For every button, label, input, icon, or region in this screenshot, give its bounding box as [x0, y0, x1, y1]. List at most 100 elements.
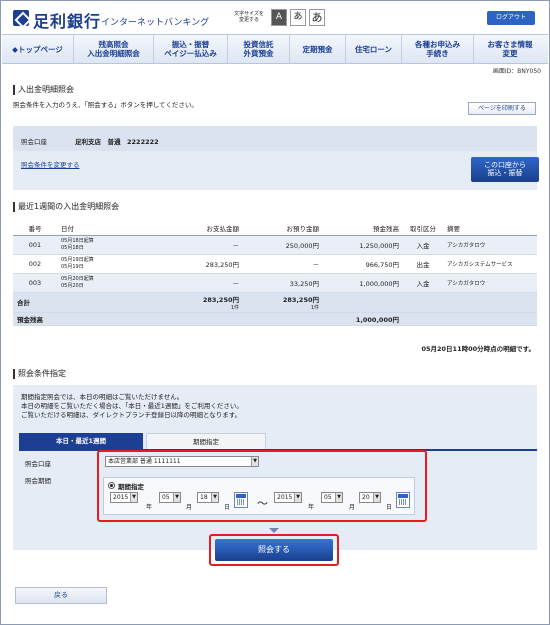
- account-value: 足利支店 普通 2222222: [75, 138, 159, 146]
- recent-section-title: 最近1週間の入出金明細照会: [13, 202, 119, 212]
- row-date-end: 05月20日: [61, 282, 84, 289]
- page-title: 入出金明細照会: [13, 85, 74, 95]
- row-payment: －: [147, 273, 243, 293]
- nav-housing-loan[interactable]: 住宅ローン: [346, 35, 402, 63]
- nav-investment[interactable]: 投資信託 外貨預金: [228, 35, 290, 63]
- row-date-end: 05月19日: [61, 263, 84, 270]
- back-button[interactable]: 戻る: [15, 587, 107, 604]
- period-note: 期間指定照会では、本日の明細はご覧いただけません。 本日の明細をご覧いただく場合…: [21, 393, 243, 419]
- nav-time-deposit[interactable]: 定期預金: [290, 35, 346, 63]
- nav-customer-info[interactable]: お客さま情報 変更: [474, 35, 546, 63]
- row-memo: アシカガタロウ: [443, 235, 537, 255]
- row-date-start: 05月18日起算: [61, 237, 94, 244]
- total-label: 合計: [13, 292, 57, 313]
- font-size-medium-button[interactable]: あ: [290, 9, 306, 26]
- inquiry-account-label: 照会口座: [25, 460, 51, 468]
- total-deposit: 283,250円 1件: [243, 292, 323, 313]
- as-of-text: 05月20日11時00分時点の明細です。: [421, 345, 535, 353]
- conditions-section-title: 照会条件指定: [13, 369, 66, 379]
- col-date: 日付: [57, 221, 147, 236]
- row-date: 05月18日起算 05月18日: [57, 235, 147, 255]
- account-info-box: 照会口座 足利支店 普通 2222222 照会条件を変更する この口座から 振込…: [13, 126, 539, 190]
- screen-id: 画面ID：BNY050: [492, 68, 541, 75]
- row-deposit: 250,000円: [243, 235, 323, 255]
- page-frame: 足利銀行 インターネットバンキング 文字サイズを変更する A あ あ ログアウト…: [0, 0, 550, 625]
- table-row: 003 05月20日起算 05月20日 － 33,250円 1,000,000円 …: [13, 273, 537, 293]
- table-header-row: 番号 日付 お支払金額 お預り金額 預金残高 取引区分 摘要: [13, 221, 537, 236]
- row-type: 入金: [403, 273, 443, 293]
- row-balance: 1,000,000円: [323, 273, 403, 293]
- col-balance: 預金残高: [323, 221, 403, 236]
- total-payment-count: 1件: [230, 304, 239, 311]
- total-empty: [323, 292, 403, 313]
- total-row: 合計 283,250円 1件 283,250円 1件: [13, 292, 537, 313]
- transfer-button-label: この口座から 振込・振替: [484, 161, 526, 177]
- col-deposit: お預り金額: [243, 221, 323, 236]
- nav-top-label: トップページ: [17, 44, 63, 54]
- highlight-form-outline: [97, 450, 427, 522]
- row-date: 05月20日起算 05月20日: [57, 273, 147, 293]
- account-label: 照会口座: [21, 138, 47, 146]
- col-memo: 摘要: [443, 221, 537, 236]
- balance-label: 預金残高: [13, 312, 147, 326]
- row-deposit: 33,250円: [243, 273, 323, 293]
- tab-period[interactable]: 期間指定: [146, 433, 266, 449]
- row-date: 05月19日起算 05月19日: [57, 254, 147, 274]
- row-payment: －: [147, 235, 243, 255]
- submit-button[interactable]: 照会する: [215, 539, 333, 561]
- col-type: 取引区分: [403, 221, 443, 236]
- balance-empty: [147, 312, 243, 326]
- tab-recent[interactable]: 本日・最近1週間: [19, 433, 143, 449]
- row-no: 001: [13, 235, 57, 255]
- account-row: 照会口座 足利支店 普通 2222222: [13, 126, 537, 151]
- total-payment-value: 283,250円: [202, 295, 239, 304]
- global-nav: ◆ トップページ 残高照会 入出金明細照会 振込・振替 ペイジー払込み 投資信託 …: [2, 34, 548, 64]
- row-date-start: 05月19日起算: [61, 256, 94, 263]
- row-date-end: 05月18日: [61, 244, 84, 251]
- table-row: 002 05月19日起算 05月19日 283,250円 － 966,750円 出…: [13, 254, 537, 274]
- row-payment: 283,250円: [147, 254, 243, 274]
- bank-logo-icon: [13, 10, 29, 26]
- transactions-table: 番号 日付 お支払金額 お預り金額 預金残高 取引区分 摘要 001 05月18…: [13, 221, 537, 326]
- balance-row: 預金残高 1,000,000円: [13, 312, 537, 326]
- arrow-down-icon: [269, 528, 279, 533]
- nav-applications[interactable]: 各種お申込み 手続き: [402, 35, 474, 63]
- nav-transfer[interactable]: 振込・振替 ペイジー払込み: [154, 35, 228, 63]
- total-payment: 283,250円 1件: [147, 292, 243, 313]
- header: 足利銀行 インターネットバンキング 文字サイズを変更する A あ あ ログアウト: [1, 1, 549, 34]
- font-size-small-button[interactable]: A: [271, 9, 287, 26]
- col-payment: お支払金額: [147, 221, 243, 236]
- balance-value: 1,000,000円: [323, 312, 403, 326]
- row-date-start: 05月20日起算: [61, 275, 94, 282]
- row-type: 出金: [403, 254, 443, 274]
- inquiry-period-label: 照会期間: [25, 477, 51, 485]
- total-deposit-value: 283,250円: [282, 295, 319, 304]
- instruction-text: 照会条件を入力のうえ、「照会する」ボタンを押してください。: [13, 101, 198, 109]
- balance-empty: [403, 312, 443, 326]
- row-no: 002: [13, 254, 57, 274]
- nav-balance[interactable]: 残高照会 入出金明細照会: [74, 35, 154, 63]
- print-button[interactable]: ページを印刷する: [468, 102, 536, 115]
- total-empty: [403, 292, 443, 313]
- balance-empty: [243, 312, 323, 326]
- row-memo: アシカガタロウ: [443, 273, 537, 293]
- service-name: インターネットバンキング: [101, 18, 210, 28]
- bank-name: 足利銀行: [33, 12, 102, 31]
- total-empty: [443, 292, 537, 313]
- balance-empty: [443, 312, 537, 326]
- font-size-label: 文字サイズを変更する: [234, 11, 264, 23]
- total-deposit-count: 1件: [310, 304, 319, 311]
- row-deposit: －: [243, 254, 323, 274]
- table-row: 001 05月18日起算 05月18日 － 250,000円 1,250,000円…: [13, 235, 537, 255]
- change-conditions-link[interactable]: 照会条件を変更する: [21, 159, 80, 169]
- row-memo: アシカガシステムサービス: [443, 254, 537, 274]
- row-no: 003: [13, 273, 57, 293]
- font-size-large-button[interactable]: あ: [309, 9, 325, 26]
- row-balance: 966,750円: [323, 254, 403, 274]
- nav-top[interactable]: ◆ トップページ: [2, 35, 74, 63]
- total-spacer: [57, 292, 147, 313]
- row-type: 入金: [403, 235, 443, 255]
- logout-button[interactable]: ログアウト: [487, 11, 535, 25]
- row-balance: 1,250,000円: [323, 235, 403, 255]
- transfer-button[interactable]: この口座から 振込・振替: [471, 157, 539, 182]
